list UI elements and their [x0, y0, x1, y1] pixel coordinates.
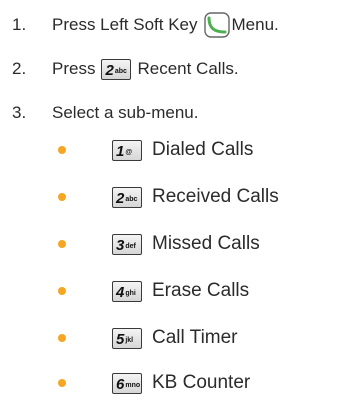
key-3-icon: 3 def: [112, 233, 142, 255]
step-number: 2.: [12, 59, 27, 78]
bullet-icon: [58, 240, 66, 248]
bullet-icon: [58, 287, 66, 295]
key-2-icon: 2 abc: [101, 58, 132, 80]
bullet-icon: [58, 146, 66, 154]
bullet-icon: [58, 334, 66, 342]
key-1-icon: 1 @: [112, 139, 142, 161]
bullet-icon: [58, 193, 66, 201]
key-2-icon: 2 abc: [112, 186, 142, 208]
step-1-text: Press Left Soft Key: [52, 15, 198, 34]
bullet-icon: [58, 379, 66, 387]
key-6-icon: 6 mno: [112, 372, 142, 394]
step-3-text: Select a sub-menu.: [52, 103, 199, 122]
key-4-icon: 4 ghi: [112, 280, 142, 302]
submenu-item-erase-calls: 4 ghi Erase Calls: [58, 274, 249, 308]
step-1: 1. Press Left Soft Key Menu.: [12, 10, 279, 40]
step-3: 3. Select a sub-menu.: [12, 98, 198, 128]
left-soft-key-icon: [203, 12, 230, 38]
submenu-item-received-calls: 2 abc Received Calls: [58, 180, 279, 214]
submenu-item-dialed-calls: 1 @ Dialed Calls: [58, 133, 253, 167]
submenu-label: KB Counter: [152, 372, 251, 393]
submenu-item-call-timer: 5 jkl Call Timer: [58, 321, 238, 355]
submenu-label: Erase Calls: [152, 280, 250, 301]
submenu-label: Call Timer: [152, 327, 238, 348]
step-number: 3.: [12, 103, 27, 122]
submenu-label: Missed Calls: [152, 233, 260, 254]
key-5-icon: 5 jkl: [112, 327, 142, 349]
submenu-item-missed-calls: 3 def Missed Calls: [58, 227, 260, 261]
step-1-target: Menu.: [231, 15, 279, 34]
step-2-target: Recent Calls.: [137, 59, 239, 78]
submenu-label: Dialed Calls: [152, 139, 254, 160]
step-2: 2. Press 2 abc Recent Calls.: [12, 54, 239, 84]
submenu-label: Received Calls: [152, 186, 279, 207]
step-2-text: Press: [52, 59, 96, 78]
submenu-item-kb-counter: 6 mno KB Counter: [58, 366, 250, 400]
step-number: 1.: [12, 15, 27, 34]
